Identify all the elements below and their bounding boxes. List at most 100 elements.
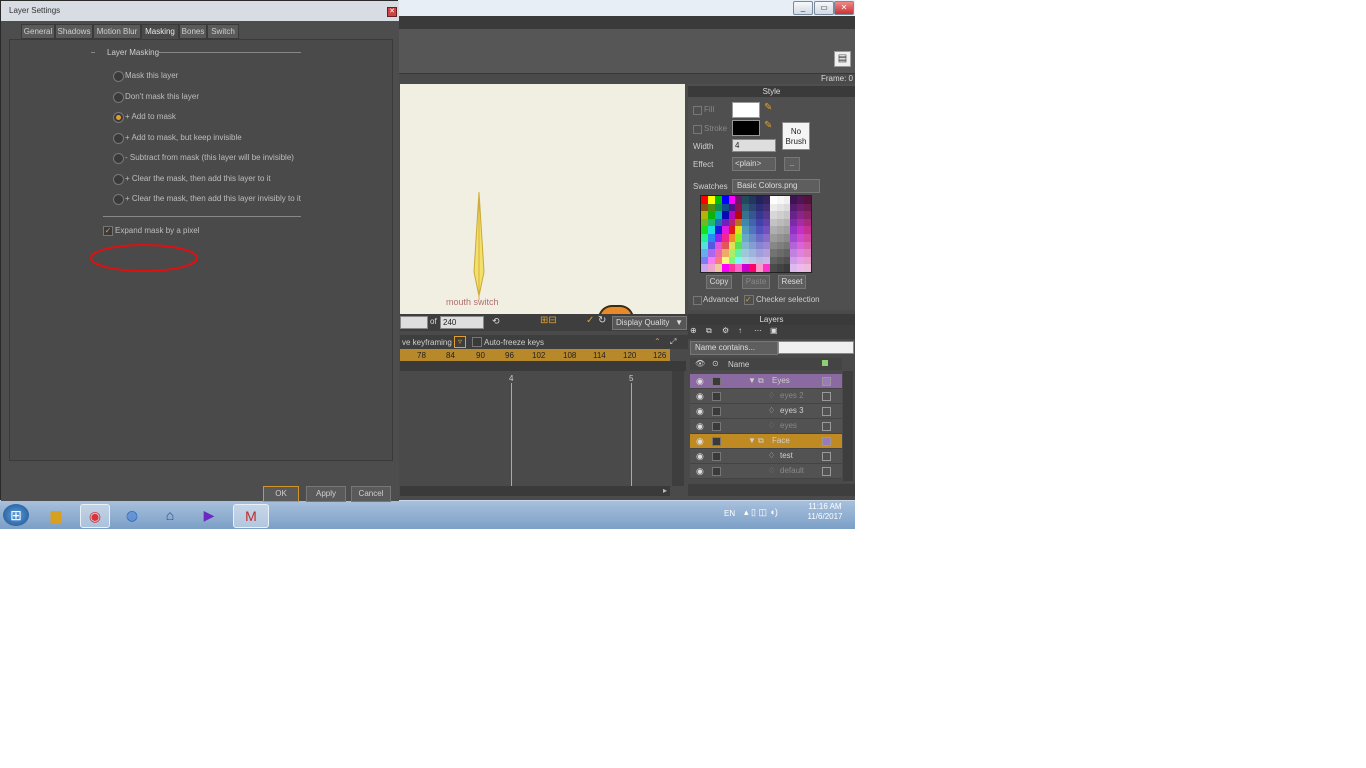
palette-swatch[interactable]: [762, 249, 770, 257]
palette-swatch[interactable]: [714, 233, 722, 242]
end-frame-field[interactable]: 240: [440, 316, 484, 329]
tab-masking[interactable]: Masking: [141, 24, 179, 39]
layer-color-box[interactable]: [822, 467, 831, 476]
palette-swatch[interactable]: [797, 241, 805, 250]
layers-vscroll[interactable]: [843, 371, 853, 481]
tab-motion-blur[interactable]: Motion Blur: [93, 24, 141, 39]
layer-lock-box[interactable]: [712, 452, 721, 461]
palette-swatch[interactable]: [797, 264, 805, 272]
palette-swatch[interactable]: [804, 233, 811, 242]
palette-swatch[interactable]: [804, 264, 811, 272]
keyframe-icon[interactable]: ▿: [454, 336, 466, 348]
layer-lock-box[interactable]: [712, 437, 721, 446]
palette-swatch[interactable]: [735, 211, 743, 219]
start-frame-field[interactable]: [400, 316, 428, 329]
eye-icon[interactable]: ◉: [696, 436, 704, 447]
palette-swatch[interactable]: [728, 226, 736, 234]
start-button-icon[interactable]: ⊞: [3, 504, 29, 526]
palette-swatch[interactable]: [797, 203, 805, 212]
palette-swatch[interactable]: [762, 203, 770, 212]
eye-icon[interactable]: ◉: [696, 376, 704, 387]
chrome-icon[interactable]: ◉: [80, 504, 110, 528]
palette-swatch[interactable]: [707, 264, 715, 272]
palette-swatch[interactable]: [701, 196, 708, 204]
palette-swatch[interactable]: [701, 241, 708, 250]
name-column-header[interactable]: Name: [728, 360, 749, 369]
palette-swatch[interactable]: [749, 264, 756, 272]
palette-swatch[interactable]: [707, 218, 715, 227]
palette-swatch[interactable]: [742, 211, 750, 219]
clock[interactable]: 11:16 AM 11/6/2017: [800, 502, 850, 522]
palette-swatch[interactable]: [790, 256, 798, 265]
more-icon[interactable]: ⋯: [754, 326, 762, 335]
width-field[interactable]: 4: [732, 139, 776, 152]
palette-swatch[interactable]: [804, 226, 811, 234]
palette-swatch[interactable]: [735, 226, 743, 234]
palette-swatch[interactable]: [749, 233, 756, 242]
fill-color-swatch[interactable]: [732, 102, 760, 118]
palette-swatch[interactable]: [762, 211, 770, 219]
palette-swatch[interactable]: [756, 211, 763, 219]
palette-swatch[interactable]: [742, 256, 750, 265]
palette-swatch[interactable]: [756, 196, 763, 204]
palette-swatch[interactable]: [701, 203, 708, 212]
layer-color-box[interactable]: [822, 452, 831, 461]
radio-mask-this-layer[interactable]: [113, 71, 124, 82]
tab-shadows[interactable]: Shadows: [55, 24, 93, 39]
palette-swatch[interactable]: [769, 211, 777, 219]
palette-swatch[interactable]: [769, 264, 777, 272]
palette-swatch[interactable]: [721, 203, 729, 212]
fill-checkbox[interactable]: [693, 106, 702, 115]
tray-icons[interactable]: ▴ ▯ ◫ ◖): [744, 507, 778, 518]
color-palette[interactable]: [700, 195, 812, 273]
palette-swatch[interactable]: [756, 256, 763, 265]
timeline-ruler[interactable]: 78 84 90 96 102 108 114 120 126: [400, 349, 670, 361]
tab-general[interactable]: General: [21, 24, 55, 39]
new-layer-icon[interactable]: ⊕: [690, 326, 697, 335]
palette-swatch[interactable]: [776, 218, 784, 227]
moho-app-icon[interactable]: M: [233, 504, 269, 528]
check-icon[interactable]: ✓: [586, 315, 594, 326]
palette-swatch[interactable]: [721, 218, 729, 227]
palette-swatch[interactable]: [742, 264, 750, 272]
palette-swatch[interactable]: [707, 226, 715, 234]
palette-swatch[interactable]: [762, 196, 770, 204]
layer-row[interactable]: ◉ ♢ eyes 2: [690, 389, 842, 404]
palette-swatch[interactable]: [714, 256, 722, 265]
palette-swatch[interactable]: [735, 203, 743, 212]
tab-bones[interactable]: Bones: [179, 24, 207, 39]
palette-swatch[interactable]: [756, 233, 763, 242]
language-indicator[interactable]: EN: [724, 509, 735, 518]
palette-swatch[interactable]: [797, 226, 805, 234]
palette-swatch[interactable]: [804, 203, 811, 212]
palette-swatch[interactable]: [790, 233, 798, 242]
palette-swatch[interactable]: [783, 218, 791, 227]
layer-filter-select[interactable]: Name contains...: [690, 341, 778, 355]
palette-swatch[interactable]: [776, 256, 784, 265]
palette-swatch[interactable]: [728, 233, 736, 242]
radio-add-to-mask[interactable]: [113, 112, 124, 123]
palette-swatch[interactable]: [742, 249, 750, 257]
palette-swatch[interactable]: [790, 196, 798, 204]
palette-swatch[interactable]: [728, 218, 736, 227]
palette-swatch[interactable]: [783, 203, 791, 212]
expand-icon[interactable]: ▼: [748, 436, 756, 445]
palette-swatch[interactable]: [714, 203, 722, 212]
maximize-button[interactable]: ▭: [814, 1, 834, 15]
palette-swatch[interactable]: [783, 226, 791, 234]
swatches-select[interactable]: Basic Colors.png: [732, 179, 820, 193]
paste-button[interactable]: Paste: [742, 275, 770, 289]
tab-switch[interactable]: Switch: [207, 24, 239, 39]
palette-swatch[interactable]: [707, 256, 715, 265]
expand-up-icon[interactable]: ⌃: [654, 337, 661, 346]
canvas[interactable]: [400, 84, 685, 314]
palette-swatch[interactable]: [721, 211, 729, 219]
palette-swatch[interactable]: [728, 264, 736, 272]
layer-color-box[interactable]: [822, 437, 831, 446]
eyedropper-icon[interactable]: ✎: [764, 120, 772, 131]
auto-freeze-checkbox[interactable]: [472, 337, 482, 347]
palette-swatch[interactable]: [721, 233, 729, 242]
palette-swatch[interactable]: [776, 264, 784, 272]
ok-button[interactable]: OK: [263, 486, 299, 502]
layer-lock-box[interactable]: [712, 392, 721, 401]
